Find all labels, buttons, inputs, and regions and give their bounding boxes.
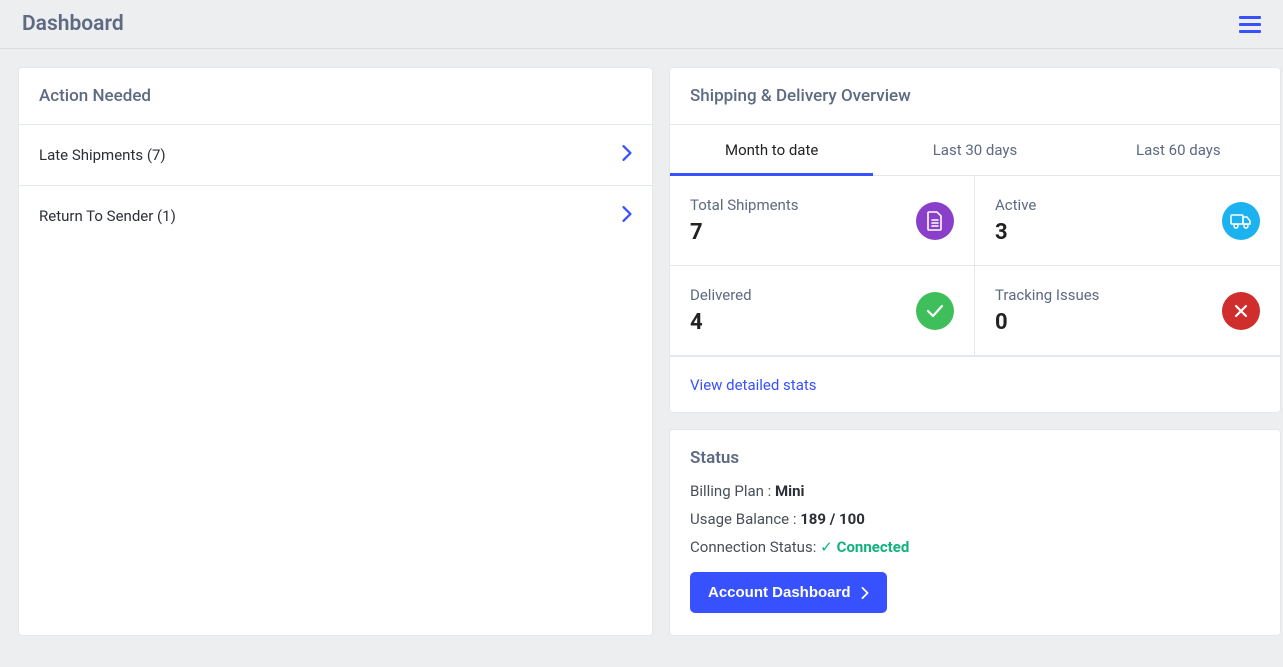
stat-value: 7	[690, 220, 799, 245]
stat-label: Delivered	[690, 286, 752, 304]
action-needed-card: Action Needed Late Shipments (7) Return …	[18, 67, 653, 636]
stat-value: 3	[995, 220, 1036, 245]
details-link-row: View detailed stats	[670, 356, 1280, 412]
action-needed-title: Action Needed	[19, 68, 652, 125]
stat-value: 4	[690, 310, 752, 335]
connection-label: Connection Status:	[690, 538, 820, 556]
action-row-return-to-sender[interactable]: Return To Sender (1)	[19, 186, 652, 246]
stat-label: Total Shipments	[690, 196, 799, 214]
connection-status: Connection Status: ✓Connected	[690, 538, 1260, 556]
status-title: Status	[690, 448, 1260, 468]
billing-label: Billing Plan :	[690, 482, 775, 500]
content: Action Needed Late Shipments (7) Return …	[0, 49, 1283, 654]
overview-tabs: Month to date Last 30 days Last 60 days	[670, 125, 1280, 176]
status-card: Status Billing Plan : Mini Usage Balance…	[669, 429, 1281, 636]
topbar: Dashboard	[0, 0, 1283, 49]
tab-month-to-date[interactable]: Month to date	[670, 125, 873, 175]
check-mini-icon: ✓	[820, 538, 833, 556]
usage-balance: Usage Balance : 189 / 100	[690, 510, 1260, 528]
chevron-right-icon	[622, 206, 632, 226]
action-row-label: Return To Sender (1)	[39, 207, 176, 225]
stat-total-shipments: Total Shipments 7	[670, 176, 975, 266]
view-detailed-stats-link[interactable]: View detailed stats	[690, 376, 817, 394]
page-title: Dashboard	[22, 12, 124, 36]
overview-stats: Total Shipments 7 Active 3	[670, 176, 1280, 356]
billing-plan: Billing Plan : Mini	[690, 482, 1260, 500]
right-column: Shipping & Delivery Overview Month to da…	[669, 67, 1281, 636]
action-row-late-shipments[interactable]: Late Shipments (7)	[19, 125, 652, 186]
usage-value: 189 / 100	[800, 510, 865, 528]
menu-icon[interactable]	[1239, 16, 1261, 33]
stat-value: 0	[995, 310, 1099, 335]
truck-icon	[1222, 202, 1260, 240]
billing-value: Mini	[775, 482, 804, 500]
stat-active: Active 3	[975, 176, 1280, 266]
action-row-label: Late Shipments (7)	[39, 146, 166, 164]
overview-title: Shipping & Delivery Overview	[670, 68, 1280, 125]
button-label: Account Dashboard	[708, 584, 851, 601]
overview-card: Shipping & Delivery Overview Month to da…	[669, 67, 1281, 413]
stat-label: Tracking Issues	[995, 286, 1099, 304]
stat-label: Active	[995, 196, 1036, 214]
connection-value: Connected	[837, 538, 910, 556]
chevron-right-icon	[622, 145, 632, 165]
account-dashboard-button[interactable]: Account Dashboard	[690, 572, 887, 613]
stat-delivered: Delivered 4	[670, 266, 975, 356]
tab-last-60-days[interactable]: Last 60 days	[1077, 125, 1280, 175]
close-icon	[1222, 292, 1260, 330]
document-icon	[916, 202, 954, 240]
check-icon	[916, 292, 954, 330]
stat-tracking-issues: Tracking Issues 0	[975, 266, 1280, 356]
tab-last-30-days[interactable]: Last 30 days	[873, 125, 1076, 175]
usage-label: Usage Balance :	[690, 510, 800, 528]
